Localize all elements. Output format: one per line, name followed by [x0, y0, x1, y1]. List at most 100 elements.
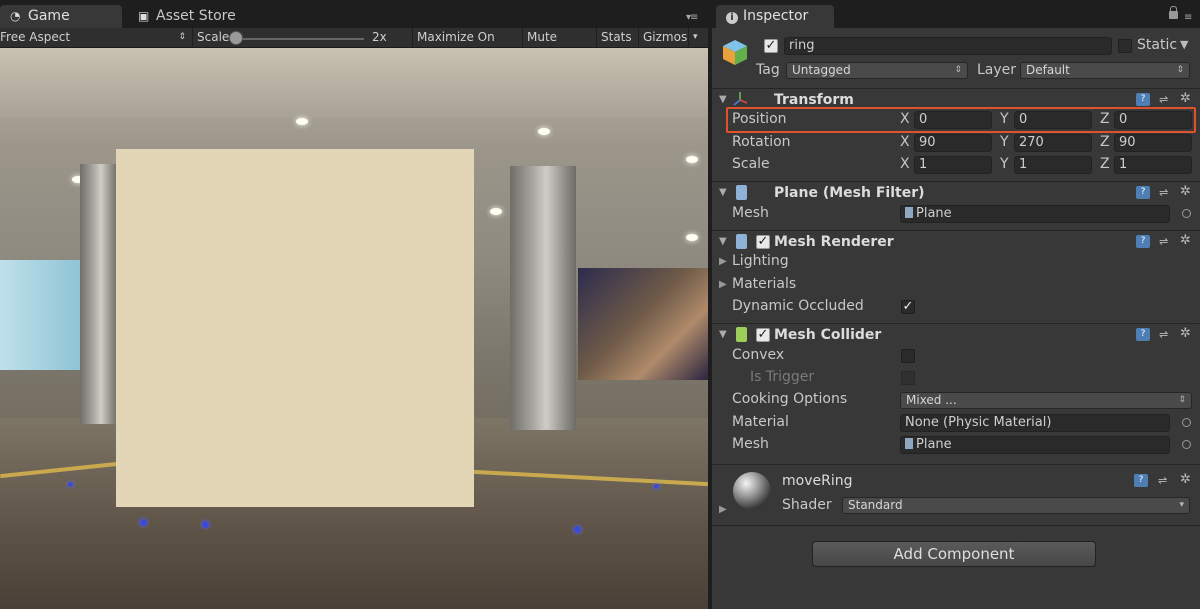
panel-menu-icon[interactable]: ≡: [1184, 12, 1192, 23]
foldout-open-icon[interactable]: ▼: [719, 187, 727, 198]
mesh-filter-header[interactable]: ▼ Plane (Mesh Filter) ? ⇌ ✲: [712, 181, 1200, 203]
tag-dropdown[interactable]: Untagged ⇕: [786, 62, 968, 79]
ceiling-light: [686, 156, 698, 163]
rotation-y-field[interactable]: 270: [1014, 134, 1092, 152]
mesh-field[interactable]: Plane: [900, 205, 1170, 223]
inspector-tabbar: i Inspector ≡: [712, 0, 1200, 28]
axis-y-label[interactable]: Y: [1000, 111, 1009, 127]
foldout-open-icon[interactable]: ▼: [719, 236, 727, 247]
lighting-foldout[interactable]: Lighting: [732, 253, 789, 269]
dynamic-occluded-label: Dynamic Occluded: [732, 298, 864, 314]
mute-audio-button[interactable]: Mute Audio: [522, 28, 594, 63]
dynamic-occluded-checkbox[interactable]: ✓: [901, 300, 915, 314]
object-name-field[interactable]: ring: [784, 37, 1112, 55]
foldout-closed-icon[interactable]: ▶: [719, 504, 727, 515]
game-panel: ◔ Game ▣ Asset Store ▾≡ Free Aspect ⇕ Scal…: [0, 0, 708, 609]
object-active-checkbox[interactable]: ✓: [764, 39, 778, 53]
layer-label: Layer: [977, 62, 1017, 78]
position-label[interactable]: Position: [732, 111, 787, 127]
stats-button[interactable]: Stats: [596, 28, 636, 48]
object-picker-icon[interactable]: [1182, 209, 1191, 218]
position-x-field[interactable]: 0: [914, 111, 992, 129]
mesh-renderer-icon: [736, 234, 747, 249]
mesh-collider-enabled-checkbox[interactable]: ✓: [756, 328, 770, 342]
tab-asset-store[interactable]: ▣ Asset Store: [128, 5, 258, 28]
panel-menu-icon[interactable]: ▾≡: [686, 12, 698, 23]
rotation-label[interactable]: Rotation: [732, 134, 791, 150]
help-book-icon[interactable]: ?: [1136, 328, 1150, 341]
gear-icon[interactable]: ✲: [1180, 327, 1194, 341]
scale-z-field[interactable]: 1: [1114, 156, 1192, 174]
tag-label: Tag: [756, 62, 780, 78]
game-viewport[interactable]: [0, 48, 708, 609]
floor-light: [654, 484, 659, 489]
axis-x-label[interactable]: X: [900, 156, 910, 172]
mesh-renderer-enabled-checkbox[interactable]: ✓: [756, 235, 770, 249]
aspect-value: Free Aspect: [0, 30, 71, 44]
foldout-open-icon[interactable]: ▼: [719, 94, 727, 105]
shader-label: Shader: [782, 497, 832, 513]
add-component-button[interactable]: Add Component: [812, 541, 1096, 567]
mesh-collider-title: Mesh Collider: [774, 327, 882, 343]
axis-z-label[interactable]: Z: [1100, 156, 1110, 172]
tab-inspector[interactable]: i Inspector: [716, 5, 834, 28]
gear-icon[interactable]: ✲: [1180, 92, 1194, 106]
axis-z-label[interactable]: Z: [1100, 111, 1110, 127]
ring-plane[interactable]: [116, 149, 474, 507]
preset-sliders-icon[interactable]: ⇌: [1159, 235, 1173, 249]
object-picker-icon[interactable]: [1182, 418, 1191, 427]
updown-arrows-icon: ⇕: [1176, 65, 1184, 75]
gizmos-button[interactable]: Gizmos: [638, 28, 688, 48]
axis-y-label[interactable]: Y: [1000, 156, 1009, 172]
help-book-icon[interactable]: ?: [1134, 474, 1148, 487]
materials-foldout[interactable]: Materials: [732, 276, 796, 292]
axis-y-label[interactable]: Y: [1000, 134, 1009, 150]
scale-x-field[interactable]: 1: [914, 156, 992, 174]
scale-label[interactable]: Scale: [732, 156, 770, 172]
axis-x-label[interactable]: X: [900, 111, 910, 127]
maximize-on-play-button[interactable]: Maximize On Play: [412, 28, 520, 63]
mesh-renderer-header[interactable]: ▼ ✓ Mesh Renderer ? ⇌ ✲: [712, 230, 1200, 252]
rotation-x-field[interactable]: 90: [914, 134, 992, 152]
scale-slider-knob[interactable]: [229, 31, 243, 45]
scale-y-field[interactable]: 1: [1014, 156, 1092, 174]
scale-slider-track[interactable]: [236, 38, 364, 40]
rotation-z-field[interactable]: 90: [1114, 134, 1192, 152]
foldout-closed-icon[interactable]: ▶: [719, 256, 727, 267]
position-y-field[interactable]: 0: [1014, 111, 1092, 129]
physic-material-field[interactable]: None (Physic Material): [900, 414, 1170, 432]
is-trigger-label: Is Trigger: [750, 369, 815, 385]
gear-icon[interactable]: ✲: [1180, 185, 1194, 199]
tab-game[interactable]: ◔ Game: [0, 5, 122, 28]
ceiling-light: [296, 118, 308, 125]
preset-sliders-icon[interactable]: ⇌: [1158, 474, 1172, 488]
preset-sliders-icon[interactable]: ⇌: [1159, 93, 1173, 107]
gear-icon[interactable]: ✲: [1180, 234, 1194, 248]
help-book-icon[interactable]: ?: [1136, 186, 1150, 199]
layer-dropdown[interactable]: Default ⇕: [1020, 62, 1190, 79]
preset-sliders-icon[interactable]: ⇌: [1159, 328, 1173, 342]
object-picker-icon[interactable]: [1182, 440, 1191, 449]
cooking-options-dropdown[interactable]: Mixed ... ⇕: [900, 392, 1192, 409]
axis-z-label[interactable]: Z: [1100, 134, 1110, 150]
floor-light: [140, 519, 147, 526]
foldout-closed-icon[interactable]: ▶: [719, 279, 727, 290]
help-book-icon[interactable]: ?: [1136, 93, 1150, 106]
position-z-field[interactable]: 0: [1114, 111, 1192, 129]
gear-icon[interactable]: ✲: [1180, 473, 1194, 487]
static-checkbox[interactable]: [1118, 39, 1132, 53]
collider-mesh-field[interactable]: Plane: [900, 436, 1170, 454]
foldout-open-icon[interactable]: ▼: [719, 329, 727, 340]
preset-sliders-icon[interactable]: ⇌: [1159, 186, 1173, 200]
scale-label: Scale: [192, 28, 233, 48]
axis-x-label[interactable]: X: [900, 134, 910, 150]
scale-value: 2x: [372, 30, 387, 44]
gizmos-dropdown-icon[interactable]: ▾: [688, 28, 708, 48]
help-book-icon[interactable]: ?: [1136, 235, 1150, 248]
shader-dropdown[interactable]: Standard ▾: [842, 497, 1190, 514]
convex-checkbox[interactable]: [901, 349, 915, 363]
lock-icon[interactable]: [1169, 6, 1178, 19]
mesh-collider-header[interactable]: ▼ ✓ Mesh Collider ? ⇌ ✲: [712, 323, 1200, 345]
static-dropdown-icon[interactable]: ▼: [1180, 38, 1188, 51]
aspect-dropdown[interactable]: Free Aspect ⇕: [0, 28, 190, 48]
